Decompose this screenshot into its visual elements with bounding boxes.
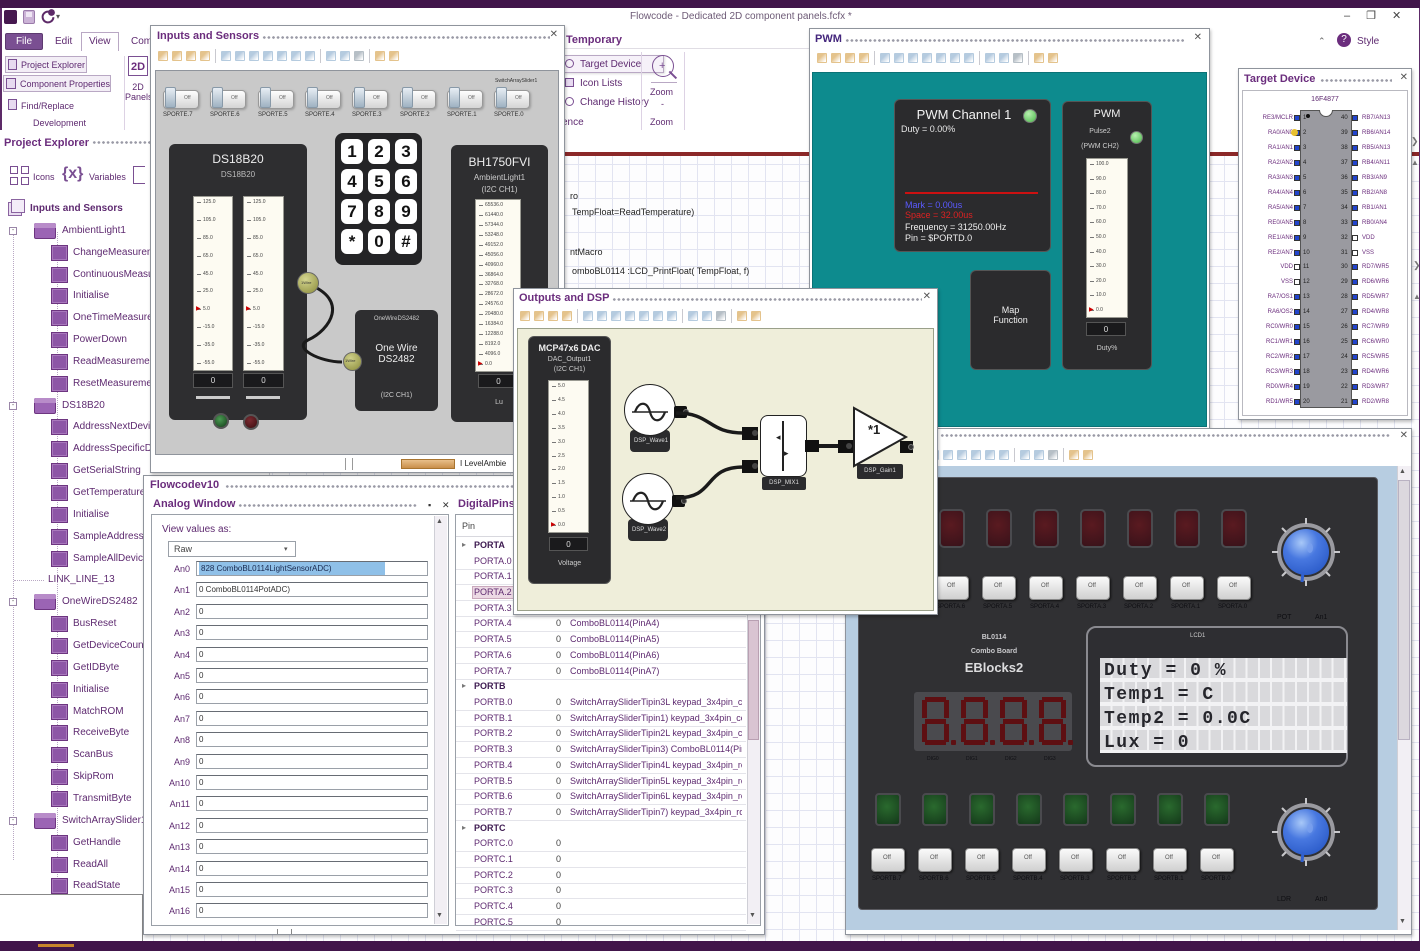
svg-text:*1: *1 — [868, 422, 880, 437]
